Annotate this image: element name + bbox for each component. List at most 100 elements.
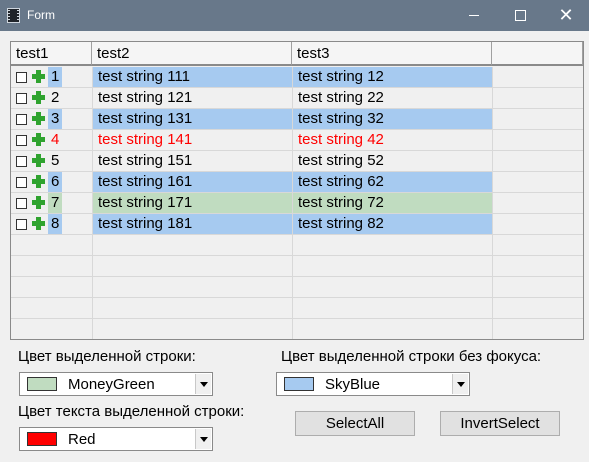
cell-test2[interactable]: test string 181 (92, 214, 292, 234)
column-header-test3[interactable]: test3 (292, 42, 492, 66)
maximize-button[interactable] (497, 0, 543, 31)
row-number: 5 (51, 152, 60, 169)
plus-icon[interactable] (32, 217, 45, 230)
row-number-cell[interactable]: 5 (11, 151, 92, 171)
row-number: 3 (48, 109, 63, 129)
empty-cell (292, 256, 492, 276)
selected-row-color-select[interactable]: MoneyGreen (19, 372, 213, 396)
chevron-down-icon[interactable] (195, 374, 211, 394)
row-number-cell[interactable]: 6 (11, 172, 92, 192)
text-color-select[interactable]: Red (19, 427, 213, 451)
empty-cell (492, 277, 583, 297)
chevron-down-icon[interactable] (452, 374, 468, 394)
close-button[interactable]: ✕ (543, 0, 589, 31)
cell-test2[interactable]: test string 141 (92, 130, 292, 150)
color-swatch (284, 377, 314, 391)
plus-icon[interactable] (32, 175, 45, 188)
cell-test3[interactable]: test string 22 (292, 88, 492, 108)
color-swatch (27, 377, 57, 391)
empty-cell (11, 235, 92, 255)
empty-cell (492, 235, 583, 255)
cell-test2[interactable]: test string 121 (92, 88, 292, 108)
row-number-cell[interactable]: 8 (11, 214, 92, 234)
row-checkbox[interactable] (16, 72, 27, 83)
empty-cell (292, 235, 492, 255)
cell-test3[interactable]: test string 52 (292, 151, 492, 171)
text-color-label: Цвет текста выделенной строки: (18, 403, 245, 420)
title-bar: Form ✕ (0, 0, 589, 31)
maximize-icon (515, 10, 526, 21)
row-number-cell[interactable]: 4 (11, 130, 92, 150)
empty-row (11, 235, 583, 256)
cell-test2[interactable]: test string 111 (92, 67, 292, 87)
table-row[interactable]: 3 test string 131 test string 32 (11, 109, 583, 130)
cell-test3[interactable]: test string 62 (292, 172, 492, 192)
window-title: Form (27, 8, 55, 22)
data-grid[interactable]: test1 test2 test3 1 test string 111 test s… (10, 41, 584, 340)
chevron-down-icon[interactable] (195, 429, 211, 449)
cell-filler (492, 172, 583, 192)
minimize-button[interactable] (451, 0, 497, 31)
row-number: 4 (51, 131, 60, 148)
plus-icon[interactable] (32, 112, 45, 125)
empty-row (11, 298, 583, 319)
cell-filler (492, 130, 583, 150)
cell-test3[interactable]: test string 42 (292, 130, 492, 150)
row-checkbox[interactable] (16, 114, 27, 125)
row-checkbox[interactable] (16, 219, 27, 230)
empty-cell (292, 277, 492, 297)
cell-test3[interactable]: test string 82 (292, 214, 492, 234)
empty-row (11, 277, 583, 298)
table-row[interactable]: 8 test string 181 test string 82 (11, 214, 583, 235)
row-number-cell[interactable]: 7 (11, 193, 92, 213)
column-header-filler (492, 42, 583, 66)
cell-test3[interactable]: test string 12 (292, 67, 492, 87)
empty-cell (92, 256, 292, 276)
cell-test2[interactable]: test string 161 (92, 172, 292, 192)
empty-cell (11, 319, 92, 339)
plus-icon[interactable] (32, 91, 45, 104)
row-number: 2 (51, 89, 60, 106)
row-number: 1 (48, 67, 63, 87)
select-all-button[interactable]: SelectAll (295, 411, 415, 436)
empty-cell (11, 256, 92, 276)
invert-select-button[interactable]: InvertSelect (440, 411, 560, 436)
selected-row-color-label: Цвет выделенной строки: (18, 348, 196, 365)
cell-test2[interactable]: test string 131 (92, 109, 292, 129)
unfocused-color-label: Цвет выделенной строки без фокуса: (281, 348, 542, 365)
plus-icon[interactable] (32, 133, 45, 146)
row-number-cell[interactable]: 3 (11, 109, 92, 129)
close-icon: ✕ (558, 5, 574, 25)
cell-filler (492, 67, 583, 87)
row-checkbox[interactable] (16, 135, 27, 146)
cell-filler (492, 214, 583, 234)
table-row[interactable]: 1 test string 111 test string 12 (11, 67, 583, 88)
cell-test3[interactable]: test string 32 (292, 109, 492, 129)
row-checkbox[interactable] (16, 93, 27, 104)
film-icon (7, 8, 20, 23)
empty-cell (11, 277, 92, 297)
table-row[interactable]: 6 test string 161 test string 62 (11, 172, 583, 193)
empty-row (11, 319, 583, 339)
plus-icon[interactable] (32, 154, 45, 167)
row-checkbox[interactable] (16, 177, 27, 188)
table-row[interactable]: 5 test string 151 test string 52 (11, 151, 583, 172)
column-header-test1[interactable]: test1 (11, 42, 92, 66)
row-number-cell[interactable]: 1 (11, 67, 92, 87)
table-row[interactable]: 7 test string 171 test string 72 (11, 193, 583, 214)
cell-test2[interactable]: test string 151 (92, 151, 292, 171)
row-number-cell[interactable]: 2 (11, 88, 92, 108)
plus-icon[interactable] (32, 70, 45, 83)
table-row[interactable]: 4 test string 141 test string 42 (11, 130, 583, 151)
table-row[interactable]: 2 test string 121 test string 22 (11, 88, 583, 109)
plus-icon[interactable] (32, 196, 45, 209)
unfocused-color-select[interactable]: SkyBlue (276, 372, 470, 396)
row-number: 8 (48, 214, 63, 234)
row-checkbox[interactable] (16, 198, 27, 209)
column-header-test2[interactable]: test2 (92, 42, 292, 66)
empty-cell (292, 298, 492, 318)
row-checkbox[interactable] (16, 156, 27, 167)
cell-test3[interactable]: test string 72 (292, 193, 492, 213)
select-value: MoneyGreen (68, 376, 155, 393)
cell-test2[interactable]: test string 171 (92, 193, 292, 213)
